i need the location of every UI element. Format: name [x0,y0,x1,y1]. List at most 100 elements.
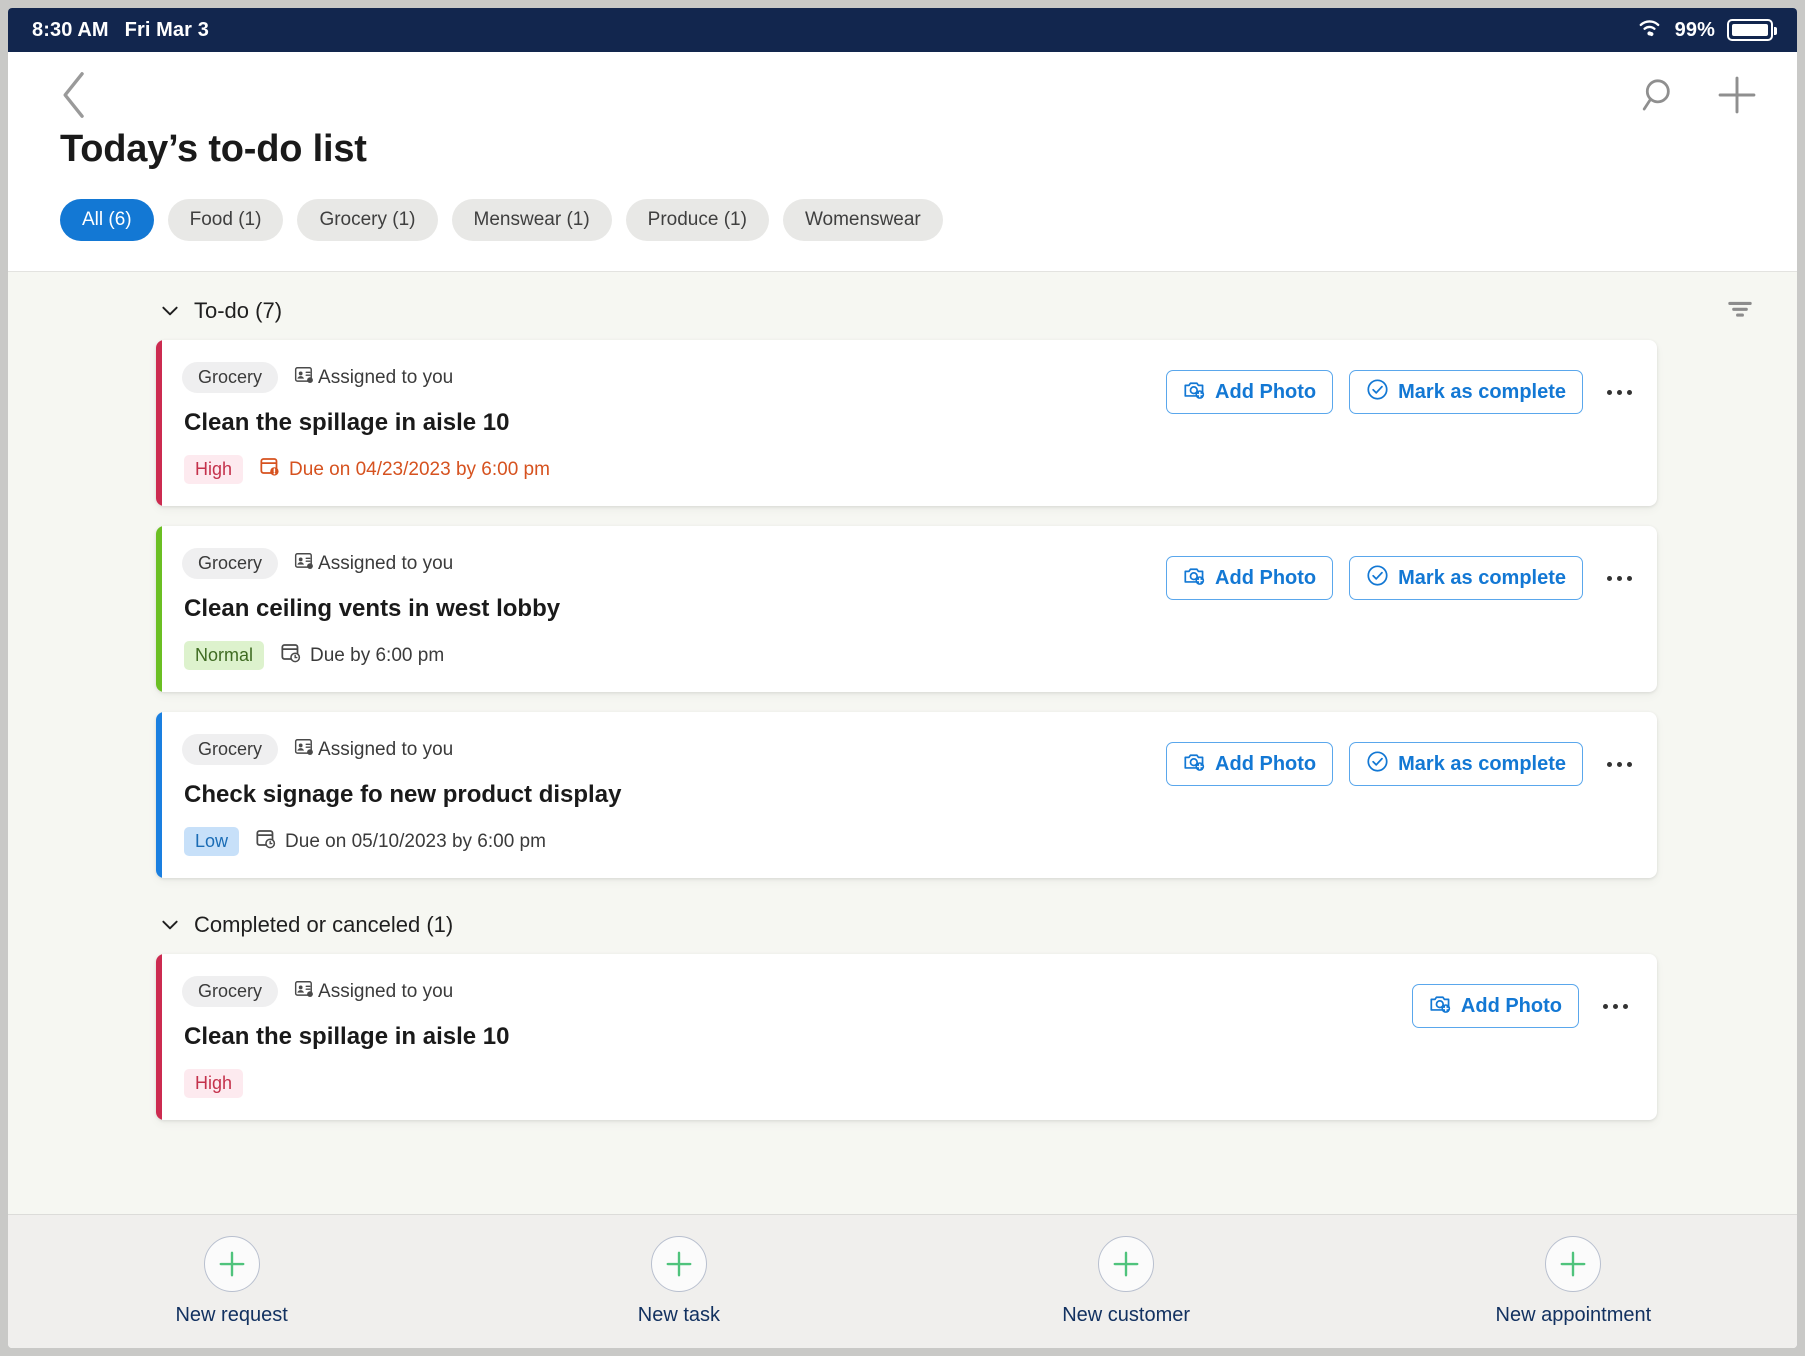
new-appointment-button[interactable]: New appointment [1350,1236,1797,1327]
due-date: Due on 04/23/2023 by 6:00 pm [259,456,550,483]
search-icon [1641,76,1679,119]
plus-circle-icon [203,1236,260,1292]
more-horizontal-icon[interactable] [1595,984,1635,1028]
battery-icon [1727,19,1777,41]
filter-chip-food[interactable]: Food (1) [167,199,284,241]
wifi-icon [1636,17,1663,43]
button-label: Mark as complete [1398,752,1566,775]
filter-icon[interactable] [1727,299,1753,324]
task-status-row: Low Due on 05/10/2023 by 6:00 pm [182,827,1166,856]
more-horizontal-icon[interactable] [1599,742,1639,786]
task-card-actions: Add Photo Mark as complete [1166,340,1657,506]
filter-chip-grocery[interactable]: Grocery (1) [297,199,438,241]
task-title: Clean ceiling vents in west lobby [184,595,561,622]
task-card[interactable]: Grocery Assigned to you [156,526,1657,692]
due-date: Due on 05/10/2023 by 6:00 pm [255,828,546,855]
camera-add-icon [1183,378,1206,407]
task-card-actions: Add Photo Mark as complete [1166,712,1657,878]
category-badge: Grocery [182,976,279,1007]
chevron-down-icon [160,301,180,321]
filter-chip-all[interactable]: All (6) [60,199,154,241]
assigned-label: Assigned to you [318,738,454,760]
contact-card-icon [294,551,314,577]
chevron-left-icon [60,71,90,124]
assigned-label: Assigned to you [318,366,454,388]
search-button[interactable] [1641,76,1679,119]
new-customer-button[interactable]: New customer [903,1236,1350,1327]
new-task-button[interactable]: New task [455,1236,902,1327]
priority-stripe [156,340,162,506]
bottom-item-label: New customer [1062,1304,1191,1326]
priority-stripe [156,954,162,1120]
task-title: Clean the spillage in aisle 10 [184,409,510,436]
bottom-action-bar: New request New task New customer New ap… [8,1214,1797,1348]
priority-badge: Normal [184,641,265,670]
mark-complete-button[interactable]: Mark as complete [1349,556,1583,600]
filter-chip-menswear[interactable]: Menswear (1) [451,199,612,241]
due-label: Due on 05/10/2023 by 6:00 pm [285,830,546,852]
plus-icon [1717,75,1757,120]
task-card[interactable]: Grocery Assigned to you [156,954,1657,1120]
status-bar: 8:30 AM Fri Mar 3 99% [8,8,1797,52]
chip-label: Menswear (1) [473,209,590,230]
more-horizontal-icon[interactable] [1599,556,1639,600]
new-request-button[interactable]: New request [8,1236,455,1327]
priority-badge: Low [184,827,240,856]
filter-chip-produce[interactable]: Produce (1) [625,199,769,241]
check-circle-icon [1366,378,1389,407]
section-header-todo[interactable]: To-do (7) [8,272,1797,340]
assigned-label: Assigned to you [318,980,454,1002]
category-badge: Grocery [182,548,279,579]
task-status-row: Normal Due by 6:00 pm [182,641,1166,670]
section-title: Completed or canceled (1) [194,912,454,937]
mark-complete-button[interactable]: Mark as complete [1349,370,1583,414]
calendar-clock-icon [255,828,276,855]
mark-complete-button[interactable]: Mark as complete [1349,742,1583,786]
plus-circle-icon [1545,1236,1602,1292]
calendar-clock-icon [280,642,301,669]
bottom-item-label: New task [637,1304,720,1326]
task-status-row: High Due on 04/23/2023 by 6:00 pm [182,455,1166,484]
task-title: Clean the spillage in aisle 10 [184,1023,510,1050]
category-badge: Grocery [182,734,279,765]
priority-stripe [156,712,162,878]
page-title: Today’s to-do list [60,128,367,170]
task-card[interactable]: Grocery Assigned to you [156,340,1657,506]
button-label: Add Photo [1460,994,1562,1017]
button-label: Mark as complete [1398,380,1566,403]
contact-card-icon [294,737,314,763]
priority-stripe [156,526,162,692]
chip-label: All (6) [82,209,132,230]
plus-circle-icon [1098,1236,1155,1292]
filter-chip-womenswear[interactable]: Womenswear [782,199,943,241]
chevron-down-icon [160,915,180,935]
camera-add-icon [1429,992,1452,1021]
task-status-row: High [182,1069,1412,1098]
add-photo-button[interactable]: Add Photo [1166,556,1334,600]
button-label: Mark as complete [1398,566,1566,589]
add-photo-button[interactable]: Add Photo [1166,370,1334,414]
chip-label: Food (1) [189,209,262,230]
task-title: Check signage fo new product display [184,781,622,808]
task-card[interactable]: Grocery Assigned to you [156,712,1657,878]
back-button[interactable] [52,71,98,120]
check-circle-icon [1366,750,1389,779]
button-label: Add Photo [1215,752,1317,775]
add-photo-button[interactable]: Add Photo [1411,984,1579,1028]
button-label: Add Photo [1215,380,1317,403]
add-photo-button[interactable]: Add Photo [1166,742,1334,786]
section-header-completed[interactable]: Completed or canceled (1) [8,898,1797,954]
add-button[interactable] [1717,75,1757,120]
calendar-alert-icon [259,456,280,483]
chip-label: Produce (1) [647,209,747,230]
chip-label: Womenswear [804,209,921,230]
assigned-to: Assigned to you [294,979,453,1005]
status-time: 8:30 AM [32,18,109,41]
device-frame: 8:30 AM Fri Mar 3 99% Today’s to-do list… [8,8,1797,1348]
chip-label: Grocery (1) [319,209,416,230]
more-horizontal-icon[interactable] [1599,370,1639,414]
assigned-to: Assigned to you [294,365,453,391]
assigned-to: Assigned to you [294,737,453,763]
assigned-label: Assigned to you [318,552,454,574]
priority-badge: High [184,1069,244,1098]
